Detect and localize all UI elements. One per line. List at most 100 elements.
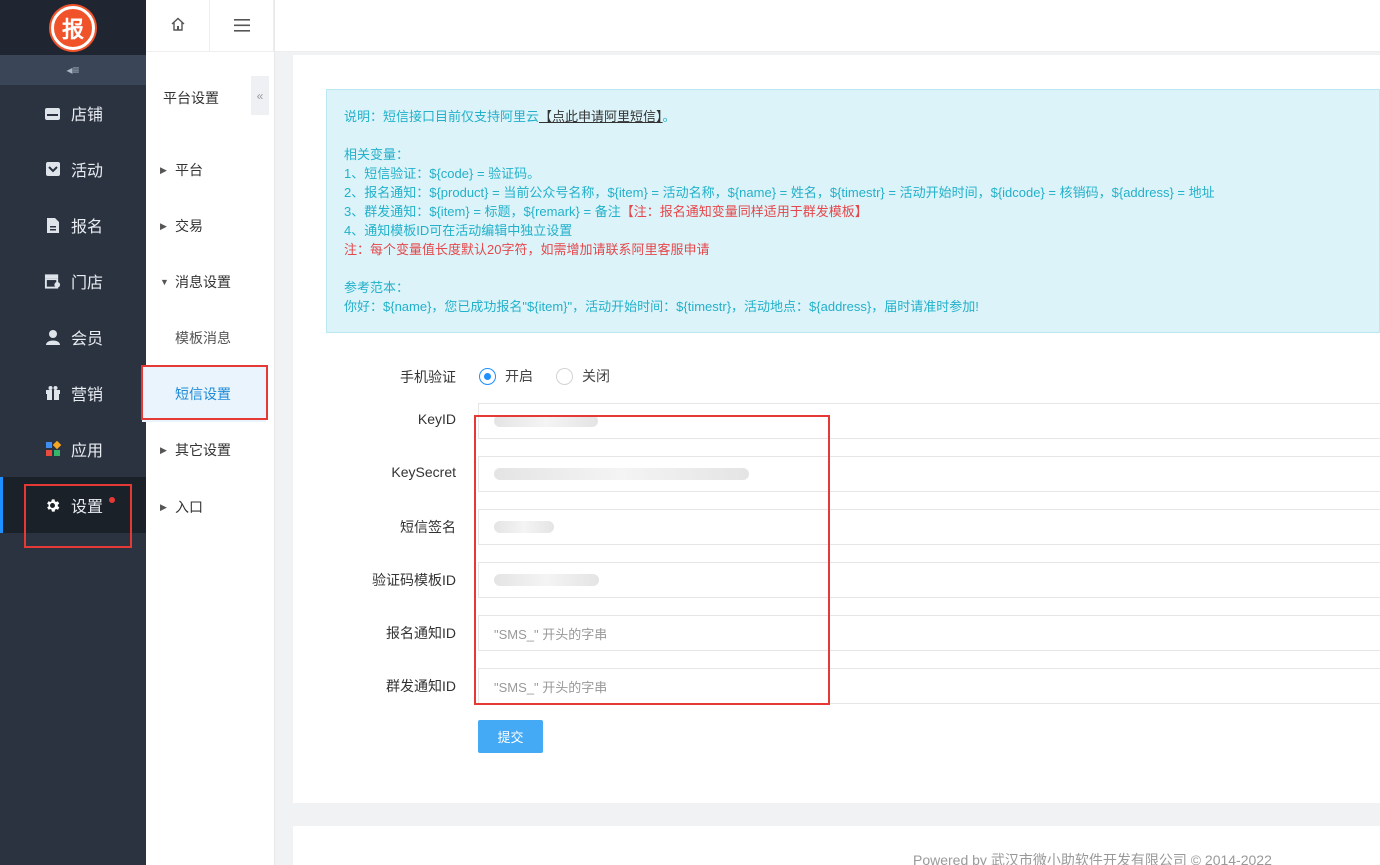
verify-template-label: 验证码模板ID (372, 572, 456, 588)
sms-sign-input[interactable] (478, 509, 1380, 545)
redacted-value (494, 415, 598, 427)
nav-item-apps[interactable]: 应用 (0, 421, 146, 477)
nav-item-branch[interactable]: 门店 (0, 253, 146, 309)
nav-label: 应用 (71, 443, 104, 460)
keyid-label: KeyID (417, 411, 456, 427)
verify-template-row: 验证码模板ID (293, 562, 1380, 598)
app-logo[interactable]: 报 (51, 5, 95, 50)
sidebar-collapse-button[interactable]: ◂≡ (0, 55, 146, 85)
subnav-group-other[interactable]: ▶ 其它设置 (146, 422, 275, 478)
radio-disable-label: 关闭 (582, 368, 610, 384)
menu-toggle-button[interactable] (210, 0, 274, 52)
notice-var-3: 3、群发通知：${item} = 标题，${remark} = 备注【注：报名通… (344, 202, 1362, 221)
subnav-collapse-button[interactable]: « (251, 76, 269, 115)
nav-label: 店铺 (71, 107, 104, 124)
radio-unchecked-icon (556, 367, 573, 385)
submit-button[interactable]: 提交 (478, 720, 543, 753)
nav-item-member[interactable]: 会员 (0, 309, 146, 365)
sms-sign-row: 短信签名 (293, 509, 1380, 545)
apply-aliyun-sms-link[interactable]: 【点此申请阿里短信】 (539, 109, 663, 124)
signup-template-label: 报名通知ID (386, 625, 456, 641)
keysecret-input[interactable] (478, 456, 1380, 492)
main-nav: 店铺 活动 报名 门店 会员 营销 应用 设置 (0, 85, 146, 533)
apps-icon (44, 441, 61, 458)
info-notice: 说明：短信接口目前仅支持阿里云【点此申请阿里短信】。 相关变量： 1、短信验证：… (326, 89, 1380, 333)
redacted-value (494, 574, 599, 586)
activity-icon (44, 161, 61, 178)
caret-right-icon: ▶ (160, 444, 167, 455)
nav-item-signup[interactable]: 报名 (0, 197, 146, 253)
footer: Powered by 武汉市微小助软件开发有限公司 © 2014-2022 (293, 826, 1380, 865)
subnav-title: 平台设置 (163, 90, 219, 106)
nav-label: 活动 (71, 163, 104, 180)
nav-label: 报名 (71, 219, 104, 236)
secondary-sidebar: 平台设置 « ▶ 平台 ▶ 交易 ▼ 消息设置 模板消息 短信设置 ▶ 其它设置… (142, 0, 275, 865)
redacted-value (494, 521, 554, 533)
shop-icon (44, 273, 61, 290)
keysecret-label: KeySecret (391, 464, 456, 480)
subnav-item-sms-settings[interactable]: 短信设置 (142, 366, 266, 422)
nav-item-activity[interactable]: 活动 (0, 141, 146, 197)
caret-right-icon: ▶ (160, 164, 167, 175)
user-icon (44, 329, 61, 346)
notice-intro-text: 说明：短信接口目前仅支持阿里云 (344, 109, 540, 124)
nav-label: 会员 (71, 331, 104, 348)
notice-var-3-note: 【注：报名通知变量同样适用于群发模板】 (620, 204, 868, 219)
notice-var-2: 2、报名通知：${product} = 当前公众号名称，${item} = 活动… (344, 185, 1215, 200)
caret-down-icon: ▼ (160, 277, 169, 287)
sms-sign-label: 短信签名 (400, 519, 456, 535)
notice-sample: 你好：${name}，您已成功报名"${item}"，活动开始时间：${time… (344, 299, 979, 314)
nav-item-settings[interactable]: 设置 (0, 477, 146, 533)
home-icon (170, 16, 186, 37)
radio-checked-icon (479, 367, 496, 385)
notice-var-1: 1、短信验证：${code} = 验证码。 (344, 166, 541, 181)
store-icon (44, 105, 61, 122)
subnav-group-label: 消息设置 (175, 274, 231, 290)
nav-label: 营销 (71, 387, 104, 404)
logo-area: 报 (0, 0, 146, 55)
signup-template-row: 报名通知ID "SMS_" 开头的字串 (293, 615, 1380, 651)
nav-item-store[interactable]: 店铺 (0, 85, 146, 141)
subnav-group-label: 入口 (175, 499, 203, 515)
subnav-item-template-message[interactable]: 模板消息 (146, 310, 275, 366)
notice-sample-title: 参考范本： (344, 280, 410, 295)
radio-disable[interactable]: 关闭 (556, 366, 610, 386)
document-icon (44, 217, 61, 234)
radio-enable[interactable]: 开启 (479, 366, 533, 386)
notice-var-4: 4、通知模板ID可在活动编辑中独立设置 (344, 223, 573, 238)
nav-label: 门店 (71, 275, 104, 292)
notification-dot (109, 497, 115, 503)
phone-verify-label: 手机验证 (400, 369, 456, 385)
radio-enable-label: 开启 (505, 368, 533, 384)
subnav-toolbar (146, 0, 274, 52)
sms-settings-panel: 说明：短信接口目前仅支持阿里云【点此申请阿里短信】。 相关变量： 1、短信验证：… (293, 55, 1380, 803)
top-header (275, 0, 1380, 52)
notice-intro: 说明：短信接口目前仅支持阿里云【点此申请阿里短信】。 (344, 107, 1362, 126)
subnav-group-label: 其它设置 (175, 442, 231, 458)
signup-template-input[interactable]: "SMS_" 开头的字串 (478, 615, 1380, 651)
group-template-label: 群发通知ID (386, 678, 456, 694)
phone-verify-row: 手机验证 开启 关闭 (293, 361, 1380, 391)
subnav-group-trade[interactable]: ▶ 交易 (146, 198, 275, 254)
signup-template-placeholder: "SMS_" 开头的字串 (494, 626, 608, 642)
subnav-group-message[interactable]: ▼ 消息设置 (146, 254, 275, 310)
gear-icon (44, 497, 61, 514)
hamburger-icon (233, 16, 250, 37)
subnav-group-label: 平台 (175, 162, 203, 178)
subnav-group-entry[interactable]: ▶ 入口 (146, 479, 275, 535)
verify-template-input[interactable] (478, 562, 1380, 598)
redacted-value (494, 468, 749, 480)
nav-item-marketing[interactable]: 营销 (0, 365, 146, 421)
notice-length-note: 注：每个变量值长度默认20字符，如需增加请联系阿里客服申请 (344, 242, 710, 257)
nav-label: 设置 (71, 499, 104, 516)
keysecret-row: KeySecret (293, 456, 1380, 492)
subnav-group-platform[interactable]: ▶ 平台 (146, 142, 275, 198)
home-button[interactable] (146, 0, 210, 52)
footer-text: Powered by 武汉市微小助软件开发有限公司 © 2014-2022 (913, 852, 1272, 865)
keyid-input[interactable] (478, 403, 1380, 439)
group-template-input[interactable]: "SMS_" 开头的字串 (478, 668, 1380, 704)
caret-right-icon: ▶ (160, 501, 167, 512)
notice-vars-title: 相关变量： (344, 147, 410, 162)
main-sidebar: 报 ◂≡ 店铺 活动 报名 门店 会员 营销 应用 设置 (0, 0, 146, 865)
subnav-group-label: 交易 (175, 218, 203, 234)
